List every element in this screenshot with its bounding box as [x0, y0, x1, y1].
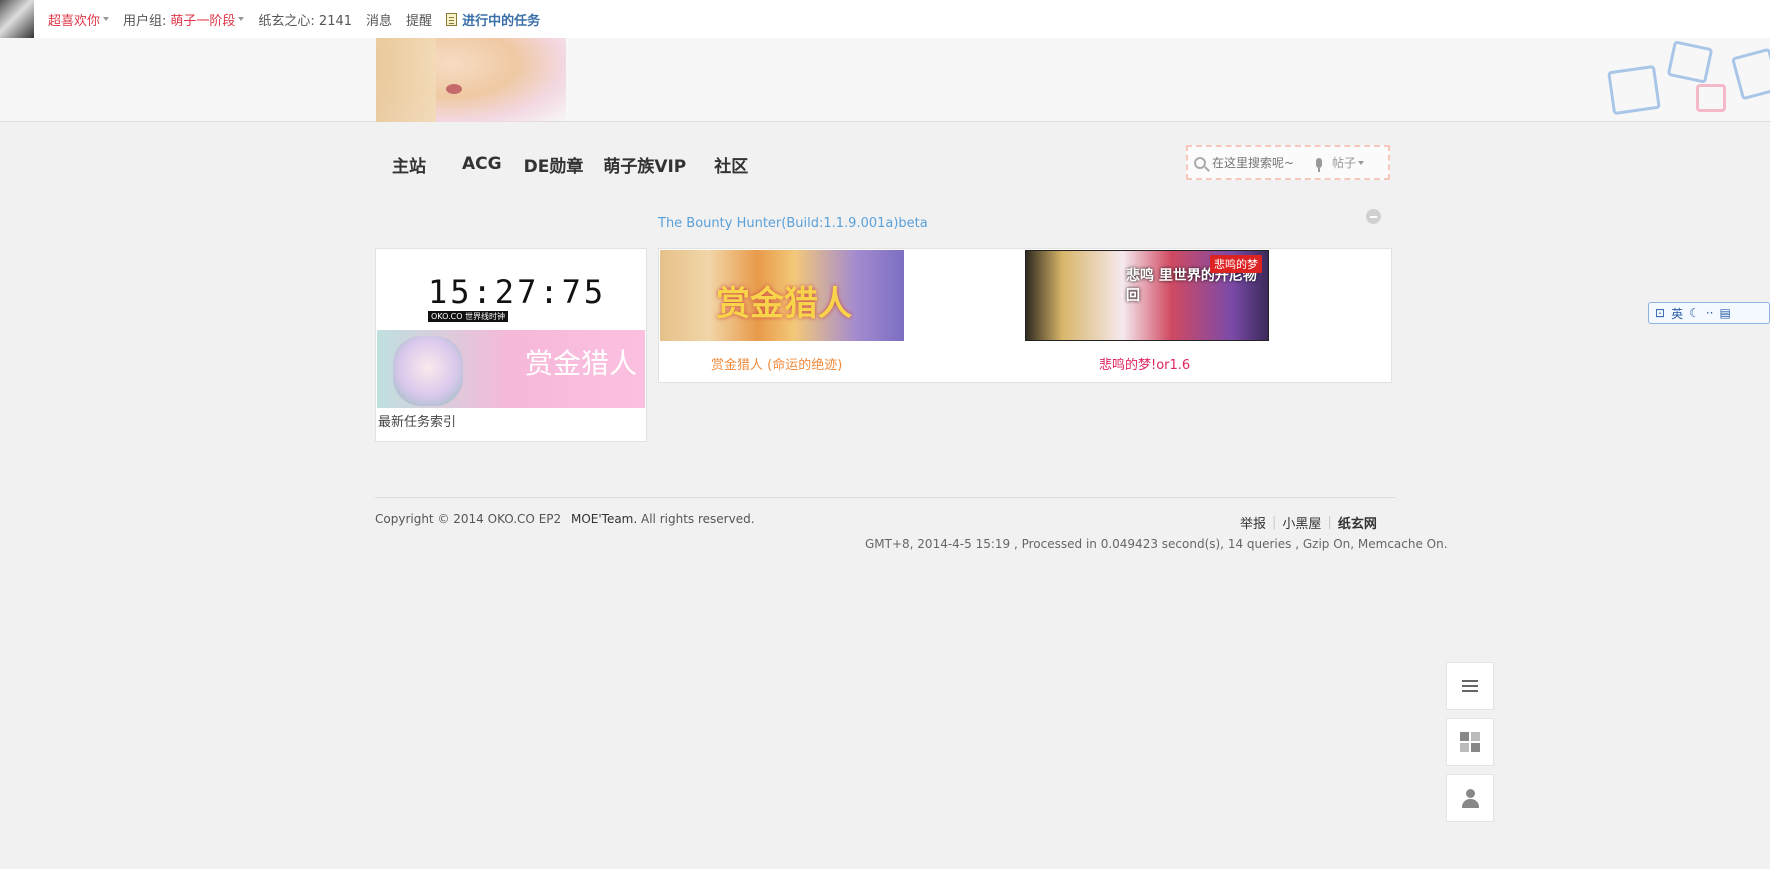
banner-text: 赏金猎人: [524, 347, 637, 380]
deco-square: [1666, 40, 1714, 84]
welcome-label: 超喜欢你: [48, 13, 101, 29]
rights-text: All rights reserved.: [641, 512, 755, 526]
chevron-down-icon: [1358, 160, 1365, 165]
messages-link[interactable]: 消息: [366, 10, 392, 29]
ime-toolbar[interactable]: ⊡ 英 ☾ ·· ▤: [1648, 302, 1770, 324]
chevron-down-icon: [238, 17, 245, 21]
menu-button[interactable]: [1446, 662, 1494, 710]
footer-divider: [375, 497, 1395, 498]
separator: |: [1327, 515, 1332, 530]
search-box: 帖子: [1186, 145, 1390, 180]
nav-community[interactable]: 社区: [714, 152, 748, 177]
game-thumbnail-2[interactable]: 悲鸣 里世界的开尼物回 悲鸣的梦: [1025, 250, 1269, 341]
site-link[interactable]: 纸玄网: [1338, 513, 1377, 532]
microphone-icon[interactable]: [1316, 157, 1322, 172]
games-panel: 赏金猎人 悲鸣 里世界的开尼物回 悲鸣的梦 赏金猎人 (命运的绝迹) 悲鸣的梦!…: [658, 248, 1392, 383]
game-title-link[interactable]: The Bounty Hunter(Build:1.1.9.001a)beta: [658, 216, 928, 231]
ime-language[interactable]: 英: [1671, 305, 1683, 322]
mascot-hair: [376, 38, 436, 122]
blacklist-link[interactable]: 小黑屋: [1282, 513, 1321, 532]
top-user-bar: 超喜欢你 用户组: 萌子一阶段 纸玄之心: 2141 消息 提醒 进行中的任务: [0, 0, 1770, 38]
deco-square: [1696, 84, 1726, 112]
nav-de-medal[interactable]: DE勋章: [524, 152, 584, 177]
nav-vip[interactable]: 萌子族VIP: [603, 152, 686, 177]
search-type-select[interactable]: 帖子: [1332, 154, 1365, 171]
reminders-link[interactable]: 提醒: [406, 10, 432, 29]
moon-icon[interactable]: ☾: [1689, 306, 1700, 320]
usergroup-menu[interactable]: 用户组: 萌子一阶段: [123, 10, 245, 29]
dots-icon: ··: [1705, 306, 1714, 320]
usergroup-label: 用户组:: [123, 13, 167, 29]
team-link[interactable]: MOE'Team.: [571, 512, 637, 526]
thumb-tag: 悲鸣的梦: [1210, 255, 1262, 273]
ime-logo-icon: ⊡: [1655, 306, 1666, 320]
footer-links: 举报 | 小黑屋 | 纸玄网: [1240, 513, 1377, 532]
banner-character: [393, 336, 463, 406]
clock-caption: OKO.CO 世界线时钟: [428, 311, 509, 322]
avatar[interactable]: [0, 0, 34, 38]
quick-nav-button[interactable]: [1446, 718, 1494, 766]
copyright: Copyright © 2014 OKO.CO EP2 MOE'Team. Al…: [375, 512, 755, 526]
user-icon: [1460, 788, 1480, 808]
deco-square: [1730, 47, 1770, 101]
latest-task-index-link[interactable]: 最新任务索引: [378, 411, 456, 430]
game-link-1[interactable]: 赏金猎人 (命运的绝迹): [711, 354, 842, 373]
keyboard-icon[interactable]: ▤: [1719, 306, 1730, 320]
header-decoration: [1570, 38, 1770, 122]
nav-acg[interactable]: ACG: [462, 154, 502, 174]
search-input[interactable]: [1212, 155, 1308, 170]
left-widget: 15:27:75 OKO.CO 世界线时钟 赏金猎人 最新任务索引: [375, 248, 647, 442]
menu-icon: [1462, 680, 1478, 692]
collapse-icon[interactable]: [1366, 209, 1381, 224]
worldline-clock: 15:27:75: [428, 273, 607, 311]
task-list-icon: [446, 12, 458, 26]
header-mascot-image: [376, 38, 566, 122]
user-button[interactable]: [1446, 774, 1494, 822]
mascot-eye: [446, 84, 462, 94]
copyright-text: Copyright © 2014 OKO.CO EP2: [375, 512, 562, 526]
welcome-menu[interactable]: 超喜欢你: [48, 10, 110, 29]
tasks-link[interactable]: 进行中的任务: [446, 10, 540, 29]
search-icon[interactable]: [1194, 156, 1206, 169]
main-nav: 主站 ACG DE勋章 萌子族VIP 社区: [392, 150, 748, 178]
usergroup-value: 萌子一阶段: [170, 13, 236, 29]
nav-main-site[interactable]: 主站: [392, 152, 426, 177]
bounty-hunter-banner[interactable]: 赏金猎人: [377, 330, 645, 408]
processed-info: GMT+8, 2014-4-5 15:19 , Processed in 0.0…: [865, 537, 1448, 551]
separator: |: [1272, 515, 1277, 530]
report-link[interactable]: 举报: [1240, 513, 1266, 532]
points-display: 纸玄之心: 2141: [258, 13, 353, 29]
search-type-label: 帖子: [1332, 156, 1357, 170]
site-header: [0, 38, 1770, 122]
game-link-2[interactable]: 悲鸣的梦!or1.6: [1099, 354, 1190, 373]
chevron-down-icon: [103, 17, 110, 21]
deco-square: [1607, 64, 1661, 116]
tasks-label: 进行中的任务: [462, 13, 541, 29]
thumb-title: 赏金猎人: [716, 284, 852, 324]
grid-icon: [1460, 732, 1480, 752]
game-thumbnail-1[interactable]: 赏金猎人: [660, 250, 904, 341]
